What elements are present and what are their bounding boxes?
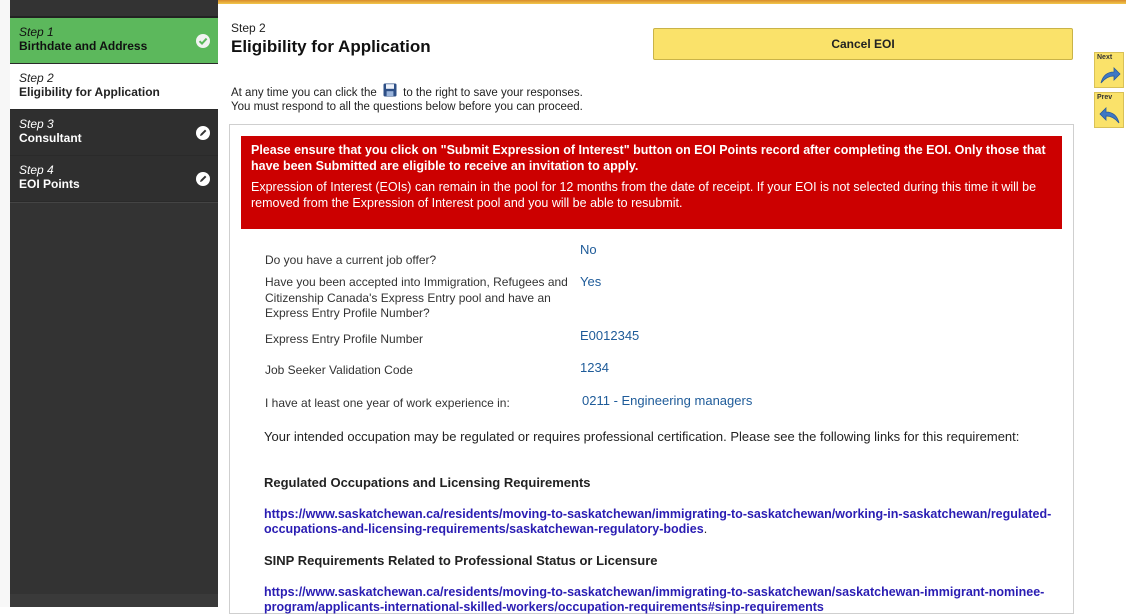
alert-strong-text: Please ensure that you click on "Submit …	[251, 143, 1046, 173]
prev-arrow-icon	[1099, 107, 1120, 124]
answer-profile-number: E0012345	[580, 328, 640, 343]
next-step-button[interactable]: Next	[1094, 52, 1124, 88]
steps-sidebar: Step 1 Birthdate and Address Step 2 Elig…	[10, 0, 218, 607]
sidebar-step-1[interactable]: Step 1 Birthdate and Address	[10, 18, 218, 64]
question-express-entry: Have you been accepted into Immigration,…	[265, 275, 568, 320]
question-job-offer: Do you have a current job offer?	[265, 253, 437, 267]
step-number: Step 1	[19, 25, 54, 39]
intro-line-1-start: At any time you can click the	[231, 87, 377, 99]
link-period: .	[703, 522, 708, 536]
sinp-requirements-link[interactable]: https://www.saskatchewan.ca/residents/mo…	[264, 585, 1054, 615]
alert-pool-text: Expression of Interest (EOIs) can remain…	[251, 180, 1037, 210]
sidebar-top-bar	[10, 0, 218, 18]
sidebar-step-3[interactable]: Step 3 Consultant	[10, 110, 218, 156]
answer-work-experience: 0211 - Engineering managers	[582, 393, 753, 408]
question-work-experience: I have at least one year of work experie…	[265, 396, 510, 410]
regulatory-bodies-link[interactable]: https://www.saskatchewan.ca/residents/mo…	[264, 507, 1054, 537]
check-icon	[196, 34, 210, 48]
intro-line-2: You must respond to all the questions be…	[231, 101, 583, 113]
regulated-occupations-heading: Regulated Occupations and Licensing Requ…	[264, 475, 591, 490]
current-step-label: Step 2	[231, 21, 266, 35]
next-arrow-icon	[1100, 67, 1121, 84]
next-label: Next	[1097, 54, 1113, 61]
regulatory-bodies-url[interactable]: https://www.saskatchewan.ca/residents/mo…	[264, 507, 1051, 536]
step-number: Step 3	[19, 117, 54, 131]
sinp-requirements-heading: SINP Requirements Related to Professiona…	[264, 553, 658, 568]
sidebar-step-4[interactable]: Step 4 EOI Points	[10, 156, 218, 202]
question-validation-code: Job Seeker Validation Code	[265, 363, 413, 377]
pencil-icon	[196, 126, 210, 140]
step-number: Step 4	[19, 163, 54, 177]
intro-line-1: At any time you can click the to the rig…	[231, 83, 583, 100]
step-title: Eligibility for Application	[19, 85, 160, 99]
pencil-icon	[196, 172, 210, 186]
prev-label: Prev	[1097, 94, 1113, 101]
step-title: EOI Points	[19, 177, 80, 191]
step-number: Step 2	[19, 71, 54, 85]
step-title: Consultant	[19, 131, 82, 145]
previous-step-button[interactable]: Prev	[1094, 92, 1124, 128]
submit-warning-alert: Please ensure that you click on "Submit …	[241, 136, 1062, 229]
answer-express-entry: Yes	[580, 274, 602, 289]
answer-job-offer: No	[580, 242, 597, 257]
question-profile-number: Express Entry Profile Number	[265, 332, 424, 346]
save-icon	[383, 83, 397, 97]
occupation-note: Your intended occupation may be regulate…	[264, 429, 1020, 444]
sidebar-empty-area	[10, 202, 218, 594]
page-left-gutter	[0, 0, 10, 607]
sidebar-step-2[interactable]: Step 2 Eligibility for Application	[10, 64, 218, 110]
main-content: Step 2 Eligibility for Application Cance…	[218, 4, 1098, 614]
intro-text: At any time you can click the to the rig…	[231, 83, 583, 114]
intro-line-1-end: to the right to save your responses.	[403, 87, 583, 99]
page-title: Eligibility for Application	[231, 37, 431, 56]
answer-validation-code: 1234	[580, 360, 609, 375]
step-title: Birthdate and Address	[19, 39, 148, 53]
cancel-eoi-button[interactable]: Cancel EOI	[653, 28, 1073, 60]
eligibility-panel: Please ensure that you click on "Submit …	[229, 124, 1074, 614]
